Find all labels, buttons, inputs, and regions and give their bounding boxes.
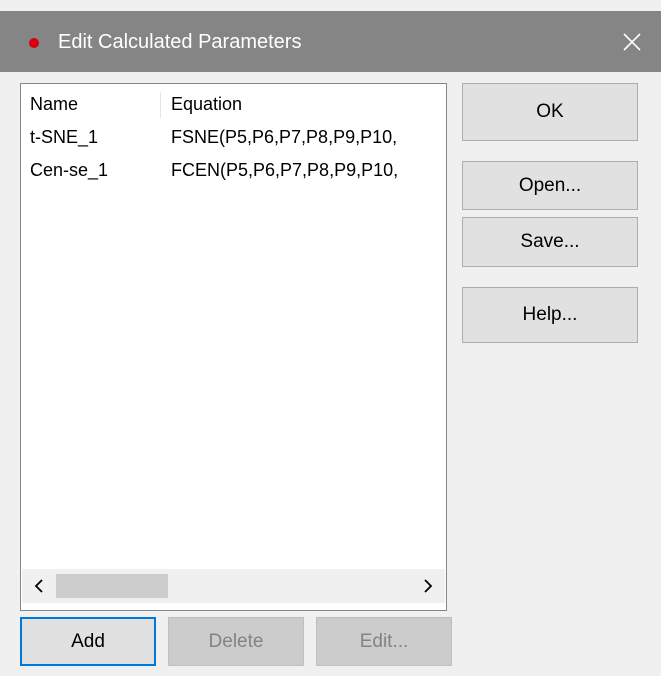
column-header-equation[interactable]: Equation [171, 92, 446, 116]
chevron-left-icon [34, 579, 43, 593]
ok-button[interactable]: OK [462, 83, 638, 141]
horizontal-scrollbar[interactable] [22, 569, 445, 603]
save-button[interactable]: Save... [462, 217, 638, 267]
chevron-right-icon [424, 579, 433, 593]
delete-button[interactable]: Delete [168, 617, 304, 666]
open-button[interactable]: Open... [462, 161, 638, 210]
help-button[interactable]: Help... [462, 287, 638, 343]
parameters-list[interactable]: Name Equation t-SNE_1 FSNE(P5,P6,P7,P8,P… [20, 83, 447, 611]
column-divider[interactable] [160, 92, 161, 118]
parameter-name: Cen-se_1 [30, 160, 109, 180]
list-item[interactable]: t-SNE_1 FSNE(P5,P6,P7,P8,P9,P10, [21, 123, 446, 153]
scrollbar-thumb[interactable] [56, 574, 168, 598]
parameter-name: t-SNE_1 [30, 127, 99, 147]
app-dot-icon [29, 38, 39, 48]
edit-button[interactable]: Edit... [316, 617, 452, 666]
scroll-right-button[interactable] [411, 569, 445, 603]
edit-calculated-parameters-dialog: Edit Calculated Parameters Name Equation… [0, 0, 661, 676]
close-icon [623, 33, 641, 51]
close-button[interactable] [612, 25, 652, 59]
list-item[interactable]: Cen-se_1 FCEN(P5,P6,P7,P8,P9,P10, [21, 156, 446, 186]
title-bar: Edit Calculated Parameters [0, 11, 661, 72]
parameter-equation: FCEN(P5,P6,P7,P8,P9,P10, [171, 160, 399, 180]
list-header: Name Equation [21, 90, 446, 120]
window-title: Edit Calculated Parameters [58, 31, 302, 53]
scroll-left-button[interactable] [22, 569, 56, 603]
add-button[interactable]: Add [20, 617, 156, 666]
parameter-equation: FSNE(P5,P6,P7,P8,P9,P10, [171, 127, 398, 147]
column-header-name[interactable]: Name [30, 92, 78, 116]
